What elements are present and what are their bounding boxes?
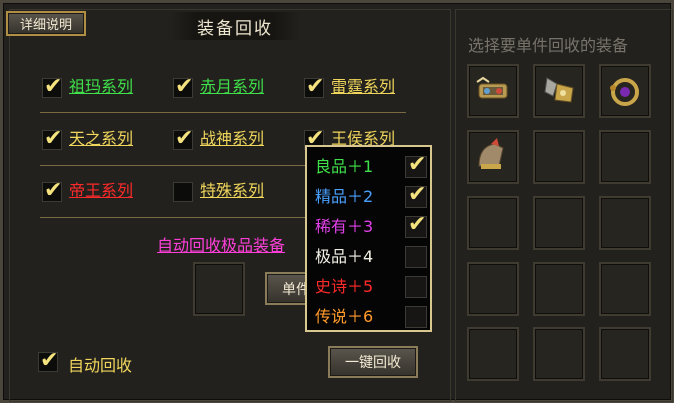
equipment-slot[interactable] — [467, 196, 519, 250]
equipment-slot[interactable] — [599, 196, 651, 250]
equipment-slot[interactable] — [533, 130, 585, 184]
checkbox-diwang[interactable]: ✔ — [42, 178, 62, 203]
check-icon: ✔ — [408, 182, 427, 207]
quality-checkbox[interactable] — [405, 276, 427, 298]
equipment-slot[interactable] — [533, 196, 585, 250]
recycle-item-slot[interactable] — [193, 262, 245, 316]
quality-checkbox[interactable]: ✔ — [405, 152, 427, 178]
check-icon: ✔ — [408, 212, 427, 237]
equipment-slot[interactable] — [599, 130, 651, 184]
quality-checkbox[interactable] — [405, 246, 427, 268]
quality-label: 良品＋1 — [315, 157, 374, 176]
quality-label: 精品＋2 — [315, 187, 374, 206]
checkbox-zuma[interactable]: ✔ — [42, 74, 62, 99]
quality-option-2[interactable]: 精品＋2 ✔ — [315, 182, 430, 209]
series-label-tianzhi[interactable]: 天之系列 — [69, 128, 133, 150]
equipment-slot[interactable] — [599, 262, 651, 316]
equipment-slot[interactable] — [467, 262, 519, 316]
series-label-diwang[interactable]: 帝王系列 — [69, 180, 133, 202]
check-icon: ✔ — [408, 152, 427, 177]
auto-recycle-best-link[interactable]: 自动回收极品装备 — [157, 232, 285, 256]
checkbox-zhanshen[interactable]: ✔ — [173, 126, 193, 151]
equipment-slot[interactable] — [599, 64, 651, 118]
quality-checkbox[interactable]: ✔ — [405, 212, 427, 238]
quality-label: 传说＋6 — [315, 307, 374, 326]
quality-checkbox[interactable]: ✔ — [405, 182, 427, 208]
single-recycle-title: 选择要单件回收的装备 — [468, 36, 629, 55]
auto-recycle-label: 自动回收 — [68, 356, 133, 375]
series-label-chiyue[interactable]: 赤月系列 — [200, 76, 264, 98]
series-label-teshu[interactable]: 特殊系列 — [200, 180, 264, 202]
series-label-leiting[interactable]: 雷霆系列 — [331, 76, 395, 98]
checkbox-teshu[interactable] — [173, 182, 193, 202]
series-label-zhanshen[interactable]: 战神系列 — [200, 128, 264, 150]
equipment-slot[interactable] — [599, 327, 651, 381]
check-icon: ✔ — [44, 74, 63, 99]
quality-label: 史诗＋5 — [315, 277, 374, 296]
bracelet-icon — [476, 76, 508, 99]
armor-icon — [544, 77, 574, 103]
quality-label: 极品＋4 — [315, 247, 374, 266]
quality-option-6[interactable]: 传说＋6 — [315, 305, 430, 329]
quality-option-4[interactable]: 极品＋4 — [315, 245, 430, 269]
check-icon: ✔ — [175, 126, 194, 151]
check-icon: ✔ — [44, 126, 63, 151]
check-icon: ✔ — [40, 348, 59, 373]
helmet-icon — [478, 138, 504, 169]
equipment-slot[interactable] — [533, 64, 585, 118]
quality-label: 稀有＋3 — [315, 217, 374, 236]
equipment-slot[interactable] — [533, 327, 585, 381]
equipment-slot[interactable] — [467, 130, 519, 184]
check-icon: ✔ — [175, 74, 194, 99]
quality-option-5[interactable]: 史诗＋5 — [315, 275, 430, 299]
equipment-slot[interactable] — [467, 327, 519, 381]
page-title: 装备回收 — [170, 12, 300, 40]
divider — [40, 112, 406, 113]
amulet-icon — [610, 78, 639, 106]
equipment-slot[interactable] — [467, 64, 519, 118]
check-icon: ✔ — [306, 74, 325, 99]
quality-popup: 良品＋1 ✔ 精品＋2 ✔ 稀有＋3 ✔ 极品＋4 史诗＋5 传说＋6 — [305, 145, 432, 332]
detail-button[interactable]: 详细说明 — [6, 11, 86, 36]
one-key-recycle-button[interactable]: 一键回收 — [328, 346, 418, 378]
equipment-slot[interactable] — [533, 262, 585, 316]
checkbox-leiting[interactable]: ✔ — [304, 74, 324, 99]
checkbox-chiyue[interactable]: ✔ — [173, 74, 193, 99]
quality-option-1[interactable]: 良品＋1 ✔ — [315, 152, 430, 179]
auto-recycle-checkbox[interactable]: ✔ — [38, 348, 58, 373]
quality-option-3[interactable]: 稀有＋3 ✔ — [315, 212, 430, 239]
check-icon: ✔ — [44, 178, 63, 203]
checkbox-tianzhi[interactable]: ✔ — [42, 126, 62, 151]
series-label-zuma[interactable]: 祖玛系列 — [69, 76, 133, 98]
quality-checkbox[interactable] — [405, 306, 427, 328]
